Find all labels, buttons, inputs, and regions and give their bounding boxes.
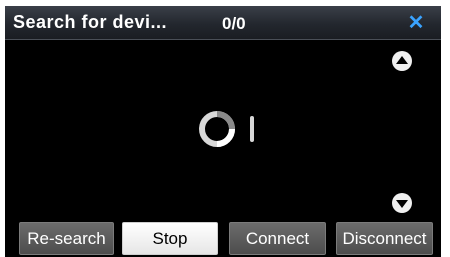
action-bar: Re-search Stop Connect Disconnect — [5, 220, 441, 257]
device-list-area — [197, 108, 257, 150]
stop-button[interactable]: Stop — [122, 222, 218, 255]
dialog-title: Search for devi... — [13, 12, 168, 32]
connect-button[interactable]: Connect — [229, 222, 326, 255]
disconnect-button[interactable]: Disconnect — [336, 222, 433, 255]
bluetooth-search-dialog: Search for devi... 0/0 ✕ Re-search Stop — [5, 6, 441, 257]
connect-label: Connect — [245, 228, 310, 248]
disconnect-label: Disconnect — [342, 228, 427, 248]
scroll-up-icon[interactable] — [391, 50, 413, 72]
re-search-button[interactable]: Re-search — [19, 222, 114, 255]
loading-spinner-icon — [199, 111, 254, 147]
device-counter: 0/0 — [222, 14, 246, 33]
scroll-down-icon[interactable] — [391, 192, 413, 214]
title-bar: Search for devi... 0/0 ✕ — [5, 6, 441, 40]
stop-label: Stop — [152, 228, 188, 248]
re-search-label: Re-search — [27, 228, 106, 248]
close-icon[interactable]: ✕ — [403, 9, 429, 35]
